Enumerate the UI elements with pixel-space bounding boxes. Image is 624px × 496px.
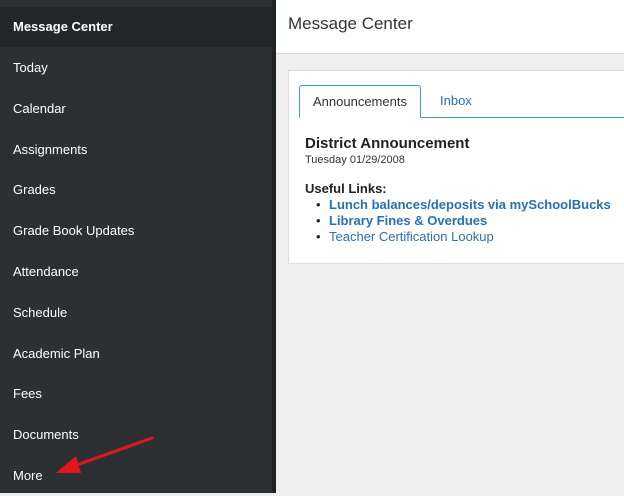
- message-card: Announcements Inbox District Announcemen…: [288, 70, 624, 264]
- list-item: • Library Fines & Overdues: [316, 213, 611, 229]
- announcement-title: District Announcement: [305, 135, 470, 152]
- link-library-fines[interactable]: Library Fines & Overdues: [329, 213, 487, 228]
- tab-inbox[interactable]: Inbox: [427, 85, 485, 117]
- tab-announcements[interactable]: Announcements: [299, 85, 421, 118]
- bullet-icon: •: [316, 213, 321, 228]
- sidebar-divider: [272, 0, 276, 493]
- list-item: • Lunch balances/deposits via mySchoolBu…: [316, 197, 611, 213]
- sidebar-item-documents[interactable]: Documents: [0, 415, 272, 455]
- sidebar-item-calendar[interactable]: Calendar: [0, 89, 272, 129]
- sidebar-item-schedule[interactable]: Schedule: [0, 293, 272, 333]
- sidebar-item-more[interactable]: More: [0, 456, 272, 496]
- announcement-date: Tuesday 01/29/2008: [305, 154, 405, 166]
- useful-links-list: • Lunch balances/deposits via mySchoolBu…: [316, 197, 611, 245]
- sidebar-item-academic-plan[interactable]: Academic Plan: [0, 334, 272, 374]
- page-title: Message Center: [288, 14, 413, 33]
- sidebar-item-grade-book-updates[interactable]: Grade Book Updates: [0, 211, 272, 251]
- tab-bar: Announcements Inbox: [299, 85, 624, 118]
- link-lunch-balances[interactable]: Lunch balances/deposits via mySchoolBuck…: [329, 197, 611, 212]
- sidebar-item-attendance[interactable]: Attendance: [0, 252, 272, 292]
- list-item: • Teacher Certification Lookup: [316, 229, 611, 245]
- sidebar-item-message-center[interactable]: Message Center: [0, 7, 272, 47]
- header-bar: Message Center: [276, 0, 624, 54]
- sidebar-item-assignments[interactable]: Assignments: [0, 130, 272, 170]
- bullet-icon: •: [316, 229, 321, 244]
- sidebar-item-today[interactable]: Today: [0, 48, 272, 88]
- bullet-icon: •: [316, 197, 321, 212]
- link-teacher-certification[interactable]: Teacher Certification Lookup: [329, 229, 494, 244]
- sidebar-item-grades[interactable]: Grades: [0, 170, 272, 210]
- sidebar: Message Center Today Calendar Assignment…: [0, 0, 272, 493]
- sidebar-item-fees[interactable]: Fees: [0, 374, 272, 414]
- useful-links-heading: Useful Links:: [305, 181, 387, 196]
